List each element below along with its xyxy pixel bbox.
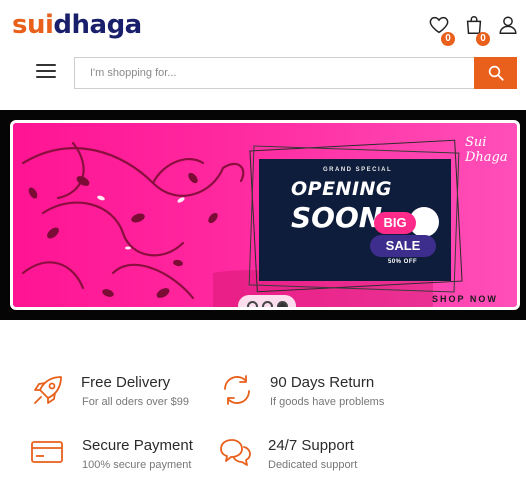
feature-title: Free Delivery	[81, 374, 171, 391]
banner-tag: GRAND SPECIAL	[323, 167, 393, 173]
feature-subtitle: For all oders over $99	[82, 396, 189, 408]
hero-banner-slide[interactable]: GRAND SPECIAL OPENING SOON BIG SALE 50% …	[10, 120, 520, 310]
carousel-dot-2[interactable]	[261, 300, 273, 307]
feature-subtitle: If goods have problems	[270, 396, 385, 408]
banner-brand-mark: Sui Dhaga	[465, 135, 508, 165]
cart-button[interactable]: 0	[463, 14, 490, 46]
wishlist-count-badge: 0	[441, 32, 455, 46]
hero-banner-section: GRAND SPECIAL OPENING SOON BIG SALE 50% …	[0, 110, 526, 320]
feature-90-days-return: 90 Days Return If goods have problems	[219, 372, 419, 416]
banner-discount: 50% OFF	[388, 259, 418, 265]
cart-count-badge: 0	[476, 32, 490, 46]
feature-title: 90 Days Return	[270, 374, 375, 391]
carousel-dot-1[interactable]	[246, 300, 258, 307]
carousel-dot-3[interactable]	[276, 300, 288, 307]
feature-title: 24/7 Support	[268, 437, 354, 454]
shop-now-link[interactable]: SHOP NOW	[432, 294, 498, 304]
feature-24-7-support: 24/7 Support Dedicated support	[217, 435, 417, 479]
banner-headline-1: OPENING	[291, 178, 393, 200]
banner-sale-badge: SALE	[370, 235, 436, 257]
logo-part-dhaga: dhaga	[53, 10, 142, 40]
page: suidhaga 0 0 I'm shopping for... GRAND S…	[0, 0, 526, 482]
search-input[interactable]	[75, 58, 475, 88]
feature-secure-payment: Secure Payment 100% secure payment	[30, 435, 220, 479]
logo-part-sui: sui	[12, 10, 54, 40]
search-icon	[488, 65, 504, 81]
search-button[interactable]	[474, 57, 517, 89]
carousel-dots	[238, 295, 296, 307]
feature-title: Secure Payment	[82, 437, 193, 454]
return-arrows-icon	[224, 375, 250, 405]
chat-bubbles-icon	[220, 439, 251, 466]
account-button[interactable]	[497, 14, 521, 40]
banner-headline-2: SOON	[291, 201, 383, 234]
wishlist-button[interactable]: 0	[428, 14, 455, 46]
rocket-icon	[34, 376, 62, 404]
credit-card-icon	[31, 441, 63, 463]
hamburger-menu-icon[interactable]	[36, 64, 56, 80]
site-logo[interactable]: suidhaga	[12, 10, 142, 40]
user-icon	[499, 16, 517, 34]
banner-big-badge: BIG	[374, 212, 416, 234]
feature-subtitle: Dedicated support	[268, 459, 358, 471]
feature-free-delivery: Free Delivery For all oders over $99	[30, 372, 220, 416]
search-bar	[74, 57, 517, 89]
feature-subtitle: 100% secure payment	[82, 459, 192, 471]
